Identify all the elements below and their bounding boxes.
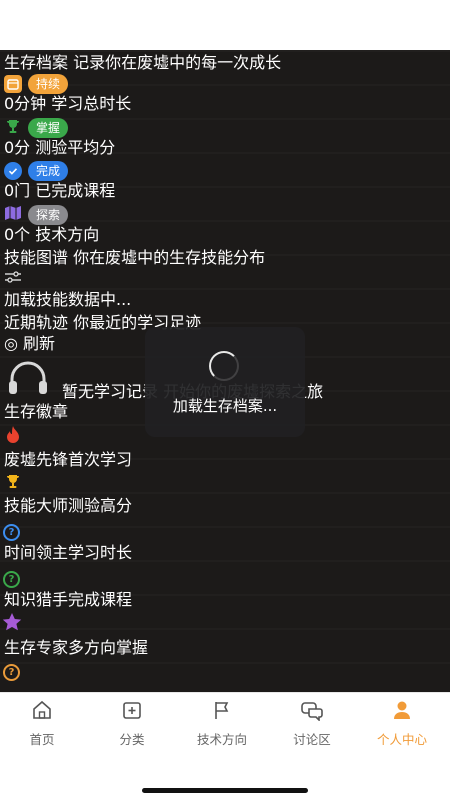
badge-label-2: 技能大师测验高分: [4, 496, 133, 515]
tab-home[interactable]: 首页: [0, 699, 87, 749]
stat-badge-row-3: 完成: [4, 161, 69, 181]
loading-dialog: 加载生存档案...: [145, 327, 305, 437]
stat-completed-courses: 0门 已完成课程: [4, 181, 116, 200]
add-square-icon: [87, 699, 177, 721]
bottom-tab-bar: 首页 分类 技术方向 讨论区 个人中心: [0, 692, 450, 752]
stat-tech-directions: 0个 技术方向: [4, 225, 100, 244]
trophy-icon: [4, 472, 22, 494]
status-badge: 探索: [28, 205, 69, 225]
chat-icon: [267, 699, 357, 721]
status-area: [0, 0, 450, 50]
trophy-icon: [4, 117, 22, 139]
flame-icon: [4, 425, 22, 449]
stat-badge-row-2: 掌握: [4, 117, 69, 139]
calendar-icon: [4, 75, 22, 93]
check-circle-icon: [4, 162, 22, 180]
tab-tech-direction[interactable]: 技术方向: [177, 699, 267, 749]
badge-label-5: 生存专家多方向掌握: [4, 638, 149, 657]
tab-discussion[interactable]: 讨论区: [267, 699, 357, 749]
sliders-icon: [4, 269, 22, 289]
tab-label: 首页: [29, 732, 55, 747]
badge-label-4: 知识猎手完成课程: [4, 590, 133, 609]
badge-label-1: 废墟先锋首次学习: [4, 450, 133, 469]
tab-profile[interactable]: 个人中心: [357, 699, 447, 749]
tab-label: 分类: [119, 732, 145, 747]
spinner-icon: [209, 351, 239, 381]
status-badge: 掌握: [28, 118, 69, 138]
status-badge: 完成: [28, 161, 69, 181]
question-circle-icon: ?: [3, 660, 20, 681]
archive-title: 生存档案 记录你在废墟中的每一次成长: [4, 53, 282, 72]
user-icon: [357, 699, 447, 721]
stat-badge-row-1: 持续: [4, 74, 69, 94]
stat-study-time: 0分钟 学习总时长: [4, 94, 132, 113]
status-badge: 持续: [28, 74, 69, 94]
tab-label: 讨论区: [293, 732, 331, 747]
badges-title: 生存徽章: [4, 402, 69, 421]
badge-label-3: 时间领主学习时长: [4, 543, 133, 562]
question-circle-icon: ?: [3, 520, 20, 541]
loading-text: 加载生存档案...: [172, 397, 278, 415]
headphones-icon: [6, 359, 50, 401]
tab-label: 个人中心: [376, 732, 427, 747]
star-icon: [1, 612, 23, 636]
question-circle-icon: ?: [3, 567, 20, 588]
home-icon: [0, 699, 87, 721]
skills-loading-text: 加载技能数据中...: [4, 290, 132, 309]
tab-label: 技术方向: [196, 732, 247, 747]
tab-category[interactable]: 分类: [87, 699, 177, 749]
home-indicator: [142, 788, 308, 793]
stat-badge-row-4: 探索: [4, 204, 69, 226]
skills-title: 技能图谱 你在废墟中的生存技能分布: [4, 248, 266, 267]
refresh-button[interactable]: ◎ 刷新: [4, 334, 55, 354]
flag-icon: [177, 699, 267, 721]
stat-quiz-score: 0分 测验平均分: [4, 138, 116, 157]
map-icon: [4, 204, 22, 226]
